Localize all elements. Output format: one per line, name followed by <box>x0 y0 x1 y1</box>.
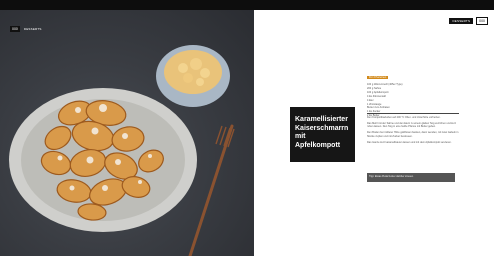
instruction-paragraph: Das Ganze kurz karamellisieren lassen un… <box>367 140 452 144</box>
instructions: Den Kompottbackofen auf 200 °C Ober- und… <box>367 116 459 146</box>
recipe-title-line: mit Apfelkompott <box>295 133 341 149</box>
instruction-paragraph: Den Boden bei mittlerer Hitze goldbraun … <box>367 131 459 138</box>
fork <box>188 124 235 256</box>
ingredients-label: Für 2 Personen <box>367 76 389 80</box>
tip-text: Tipp: Etwas Puderzucker darüber streuen. <box>369 174 414 178</box>
instruction-paragraph: Das Mehl mit der Sahne und den Eiern zu … <box>367 121 457 129</box>
ingredients-list: Für 2 Personen 100 g Weizenmehl (405er T… <box>367 65 477 118</box>
right-page-header: DESSERTS 000 <box>449 17 488 25</box>
recipe-title-block: Karamellisierter Kaiserschmarrn mit Apfe… <box>290 107 355 162</box>
left-page-header: 000 DESSERTS <box>10 26 42 32</box>
photo-page: 000 DESSERTS <box>0 10 254 256</box>
recipe-title-line: Kaiserschmarrn <box>295 124 349 132</box>
recipe-page: DESSERTS 000 Karamellisierter Kaiserschm… <box>254 10 494 256</box>
compote-bowl <box>156 45 230 107</box>
right-section-tag: DESSERTS <box>449 18 474 24</box>
food-photo <box>9 45 235 256</box>
top-bar <box>0 0 494 10</box>
section-divider <box>367 113 459 114</box>
tip-box: Tipp: Etwas Puderzucker darüber streuen. <box>367 173 455 182</box>
left-page-number: 000 <box>10 26 20 32</box>
recipe-title-line: Karamellisierter <box>295 116 348 123</box>
instruction-paragraph: Den Kompottbackofen auf 200 °C Ober- und… <box>367 116 441 119</box>
left-section-tag: DESSERTS <box>23 27 42 31</box>
right-page-number: 000 <box>476 17 488 25</box>
